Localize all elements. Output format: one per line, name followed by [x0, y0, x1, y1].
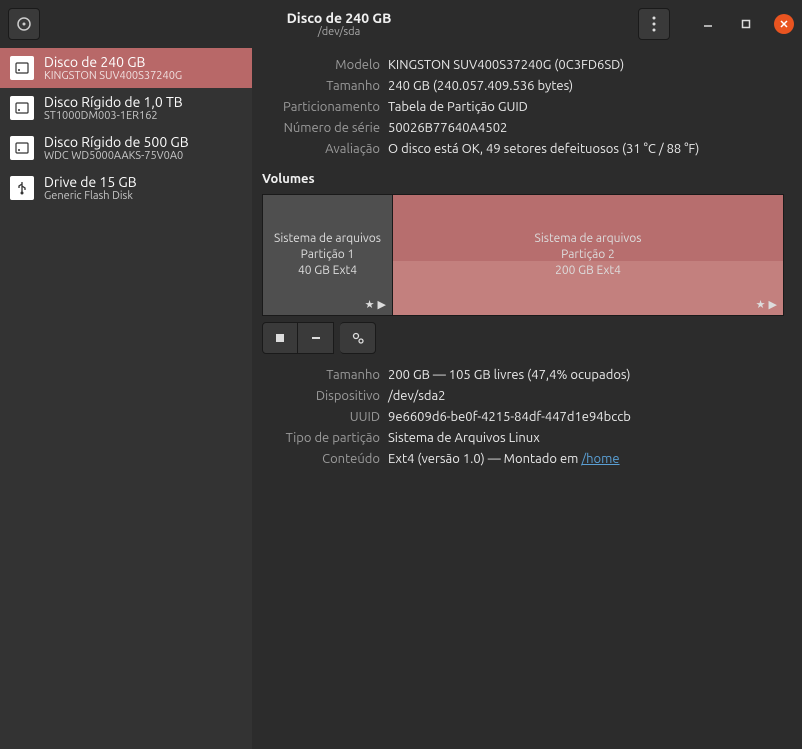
- disk-model: Generic Flash Disk: [44, 190, 137, 202]
- label-d-cont: Conteúdo: [262, 452, 380, 466]
- star-icon: ★: [756, 298, 766, 311]
- value-serie: 50026B77640A4502: [388, 121, 784, 135]
- hdd-icon: [10, 56, 34, 80]
- label-aval: Avaliação: [262, 142, 380, 156]
- disk-app-icon: [16, 16, 32, 32]
- hdd-icon: [10, 136, 34, 160]
- value-part: Tabela de Partição GUID: [388, 100, 784, 114]
- vol-size: 200 GB Ext4: [555, 263, 621, 279]
- maximize-button[interactable]: [736, 14, 756, 34]
- label-part: Particionamento: [262, 100, 380, 114]
- value-tamanho: 240 GB (240.057.409.536 bytes): [388, 79, 784, 93]
- hamburger-menu-button[interactable]: [638, 8, 670, 40]
- partition-detail: Tamanho 200 GB — 105 GB livres (47,4% oc…: [262, 368, 784, 466]
- titlebar: Disco de 240 GB /dev/sda: [0, 0, 802, 48]
- minimize-icon: [703, 19, 713, 29]
- value-d-uuid: 9e6609d6-be0f-4215-84df-447d1e94bccb: [388, 410, 784, 424]
- vol-fs: Sistema de arquivos: [535, 231, 642, 247]
- sidebar-item-disk-0[interactable]: Disco de 240 GB KINGSTON SUV400S37240G: [0, 48, 252, 88]
- vol-size: 40 GB Ext4: [298, 263, 357, 279]
- value-d-cont: Ext4 (versão 1.0) — Montado em /home: [388, 452, 784, 466]
- play-icon: ▶: [769, 298, 777, 311]
- close-button[interactable]: [774, 14, 794, 34]
- volume-partition-1[interactable]: Sistema de arquivos Partição 1 40 GB Ext…: [263, 195, 393, 315]
- value-d-disp: /dev/sda2: [388, 389, 784, 403]
- vol-num: Partição 1: [301, 247, 355, 263]
- vol-fs: Sistema de arquivos: [274, 231, 381, 247]
- disk-info: Modelo KINGSTON SUV400S37240G (0C3FD6SD)…: [262, 58, 784, 156]
- value-modelo: KINGSTON SUV400S37240G (0C3FD6SD): [388, 58, 784, 72]
- content-panel: Modelo KINGSTON SUV400S37240G (0C3FD6SD)…: [252, 48, 802, 749]
- label-d-uuid: UUID: [262, 410, 380, 424]
- sidebar-item-disk-2[interactable]: Disco Rígido de 500 GB WDC WD5000AAKS-75…: [0, 128, 252, 168]
- value-d-tipo: Sistema de Arquivos Linux: [388, 431, 784, 445]
- close-icon: [779, 19, 789, 29]
- value-d-tamanho: 200 GB — 105 GB livres (47,4% ocupados): [388, 368, 784, 382]
- disk-model: WDC WD5000AAKS-75V0A0: [44, 150, 189, 162]
- label-d-disp: Dispositivo: [262, 389, 380, 403]
- label-serie: Número de série: [262, 121, 380, 135]
- stop-icon: [274, 332, 286, 344]
- window-title: Disco de 240 GB: [40, 10, 638, 26]
- delete-partition-button[interactable]: [298, 322, 334, 354]
- volumes-title: Volumes: [262, 172, 784, 186]
- hdd-icon: [10, 96, 34, 120]
- disk-name: Disco Rígido de 500 GB: [44, 134, 189, 150]
- play-icon: ▶: [378, 298, 386, 311]
- window-subtitle: /dev/sda: [40, 26, 638, 38]
- value-aval: O disco está OK, 49 setores defeituosos …: [388, 142, 784, 156]
- disk-name: Disco Rígido de 1,0 TB: [44, 94, 183, 110]
- label-modelo: Modelo: [262, 58, 380, 72]
- disk-sidebar: Disco de 240 GB KINGSTON SUV400S37240G D…: [0, 48, 252, 749]
- volume-toolbar: [262, 322, 784, 354]
- disk-name: Drive de 15 GB: [44, 174, 137, 190]
- minus-icon: [310, 332, 322, 344]
- vol-badges: ★▶: [756, 298, 777, 311]
- minimize-button[interactable]: [698, 14, 718, 34]
- app-icon-button[interactable]: [8, 8, 40, 40]
- label-d-tamanho: Tamanho: [262, 368, 380, 382]
- volume-partition-2[interactable]: Sistema de arquivos Partição 2 200 GB Ex…: [393, 195, 783, 315]
- partition-options-button[interactable]: [340, 322, 376, 354]
- disk-model: KINGSTON SUV400S37240G: [44, 70, 182, 82]
- vol-num: Partição 2: [561, 247, 615, 263]
- star-icon: ★: [365, 298, 375, 311]
- disk-name: Disco de 240 GB: [44, 54, 182, 70]
- maximize-icon: [741, 19, 751, 29]
- label-tamanho: Tamanho: [262, 79, 380, 93]
- usb-icon: [10, 176, 34, 200]
- gears-icon: [351, 331, 365, 345]
- titlebar-text: Disco de 240 GB /dev/sda: [40, 10, 638, 38]
- sidebar-item-disk-3[interactable]: Drive de 15 GB Generic Flash Disk: [0, 168, 252, 208]
- volumes-bar: Sistema de arquivos Partição 1 40 GB Ext…: [262, 194, 784, 316]
- vol-badges: ★▶: [365, 298, 386, 311]
- disk-model: ST1000DM003-1ER162: [44, 110, 183, 122]
- mount-point-link[interactable]: /home: [581, 452, 619, 466]
- unmount-button[interactable]: [262, 322, 298, 354]
- kebab-icon: [652, 16, 656, 32]
- label-d-tipo: Tipo de partição: [262, 431, 380, 445]
- content-prefix: Ext4 (versão 1.0) — Montado em: [388, 452, 581, 466]
- sidebar-item-disk-1[interactable]: Disco Rígido de 1,0 TB ST1000DM003-1ER16…: [0, 88, 252, 128]
